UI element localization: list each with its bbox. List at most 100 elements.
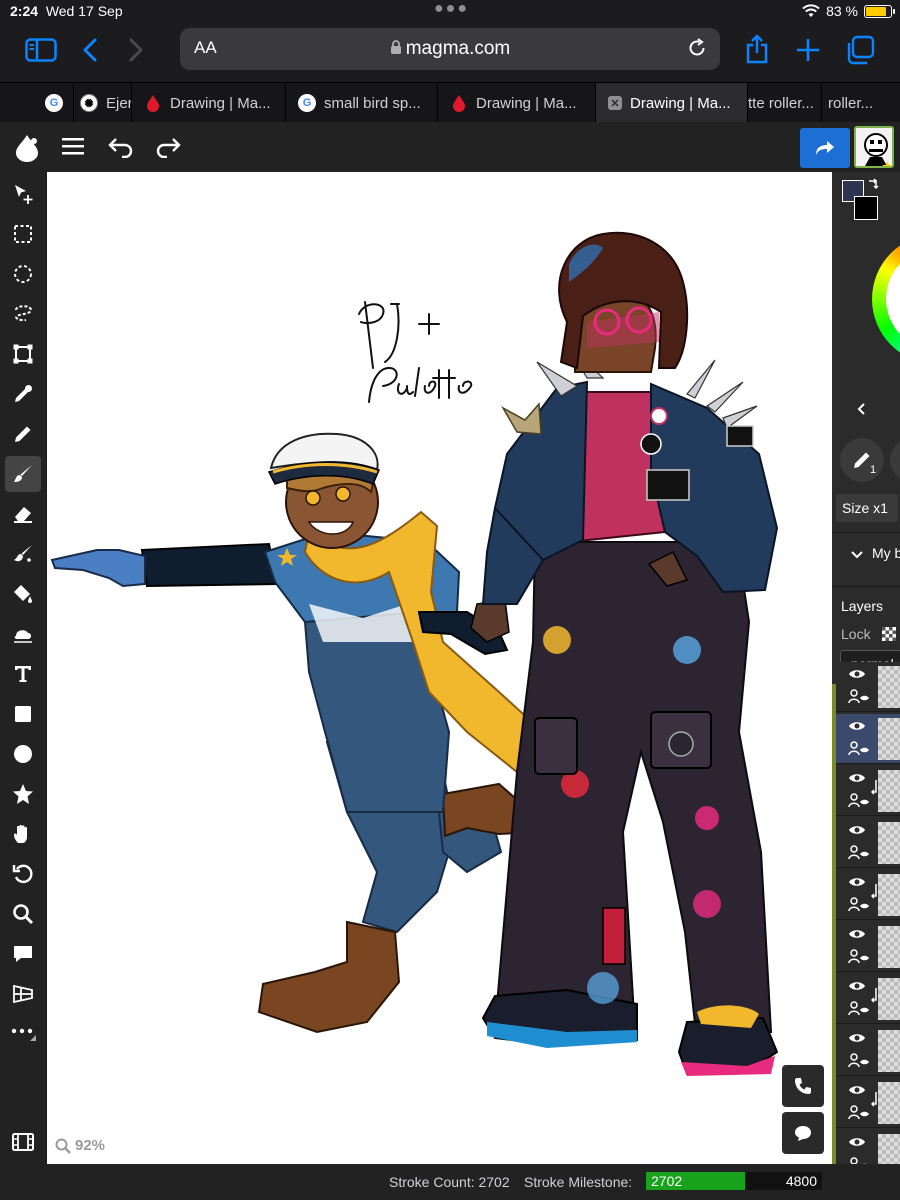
reload-icon[interactable] <box>686 37 708 59</box>
call-button[interactable] <box>782 1065 824 1107</box>
paint-bucket-icon[interactable] <box>5 576 41 612</box>
ellipse-select-icon[interactable] <box>5 256 41 292</box>
user-avatar[interactable] <box>854 126 894 168</box>
share-button[interactable] <box>800 128 850 168</box>
text-icon[interactable] <box>5 656 41 692</box>
layer-settings-icon[interactable] <box>848 948 870 964</box>
forward-icon[interactable] <box>124 36 148 64</box>
layer-row[interactable] <box>836 1078 900 1128</box>
brush-icon[interactable] <box>5 456 41 492</box>
brush-preset-button[interactable]: 1 <box>840 438 884 482</box>
color-wheel[interactable] <box>872 234 900 364</box>
visibility-eye-icon[interactable] <box>848 1084 866 1096</box>
visibility-eye-icon[interactable] <box>848 980 866 992</box>
tab-overview-icon[interactable] <box>844 34 876 66</box>
layer-settings-icon[interactable] <box>848 1104 870 1120</box>
redo-icon[interactable] <box>155 136 181 163</box>
tab-google[interactable]: G <box>0 83 74 123</box>
layer-settings-icon[interactable] <box>848 688 870 704</box>
tab-palette-roller-2[interactable]: roller... <box>822 83 900 123</box>
chat-button[interactable] <box>782 1112 824 1154</box>
magma-logo-icon[interactable] <box>14 133 40 168</box>
layer-settings-icon[interactable] <box>848 1052 870 1068</box>
close-icon[interactable]: ✕ <box>608 96 622 110</box>
tab-drawing-1[interactable]: Drawing | Ma... <box>132 83 286 123</box>
character-sailor <box>50 432 545 1034</box>
lasso-icon[interactable] <box>5 296 41 332</box>
layer-thumbnail <box>878 874 900 916</box>
sidebar-icon[interactable] <box>24 36 58 64</box>
tab-small-bird[interactable]: G small bird sp... <box>286 83 438 123</box>
smudge-icon[interactable] <box>5 536 41 572</box>
phone-icon <box>795 1078 811 1094</box>
layer-settings-icon[interactable] <box>848 1000 870 1016</box>
multitasking-dots-icon[interactable]: ●●● <box>434 0 469 18</box>
tab-drawing-active[interactable]: ✕ Drawing | Ma... <box>596 83 748 123</box>
visibility-eye-icon[interactable] <box>848 824 866 836</box>
rectangle-icon[interactable] <box>5 696 41 732</box>
star-icon[interactable] <box>5 776 41 812</box>
url-text[interactable]: magma.com <box>180 38 720 60</box>
zoom-indicator[interactable]: 92% <box>55 1137 105 1154</box>
visibility-eye-icon[interactable] <box>848 668 866 680</box>
visibility-eye-icon[interactable] <box>848 928 866 940</box>
right-panel: 1 Size x1 My b Layers Lock normal <box>832 172 900 1164</box>
perspective-icon[interactable] <box>5 976 41 1012</box>
more-icon[interactable] <box>5 1016 41 1052</box>
expand-chevron-icon[interactable] <box>850 547 864 565</box>
layer-thumbnail <box>878 666 900 708</box>
swap-colors-icon[interactable] <box>866 178 880 197</box>
layer-row[interactable] <box>836 766 900 816</box>
circle-icon[interactable] <box>5 736 41 772</box>
pencil-icon[interactable] <box>5 416 41 452</box>
tab-drawing-2[interactable]: Drawing | Ma... <box>438 83 596 123</box>
filmstrip-icon[interactable] <box>5 1124 41 1160</box>
move-tool-icon[interactable] <box>5 176 41 212</box>
lock-transparency-icon[interactable] <box>882 627 896 641</box>
collapse-chevron-icon[interactable] <box>856 402 866 421</box>
layer-row[interactable] <box>836 1130 900 1164</box>
address-bar[interactable]: AA magma.com <box>180 28 720 70</box>
visibility-eye-icon[interactable] <box>848 876 866 888</box>
layer-thumbnail <box>878 926 900 968</box>
visibility-eye-icon[interactable] <box>848 720 866 732</box>
layer-row[interactable] <box>836 870 900 920</box>
wifi-icon <box>802 4 820 17</box>
share-icon[interactable] <box>742 32 772 66</box>
brush-group-label[interactable]: My b <box>872 545 900 561</box>
layer-row[interactable] <box>836 662 900 712</box>
secondary-color-swatch[interactable] <box>854 196 878 220</box>
back-icon[interactable] <box>78 36 102 64</box>
layer-row[interactable] <box>836 714 900 764</box>
zoom-icon[interactable] <box>5 896 41 932</box>
drawing-canvas[interactable]: 92% <box>47 172 832 1164</box>
layer-row[interactable] <box>836 818 900 868</box>
rotate-icon[interactable] <box>5 856 41 892</box>
size-control[interactable]: Size x1 <box>836 494 898 522</box>
layer-settings-icon[interactable] <box>848 844 870 860</box>
layer-settings-icon[interactable] <box>848 1156 870 1164</box>
brush-preset-button-2[interactable] <box>890 438 900 482</box>
layer-settings-icon[interactable] <box>848 740 870 756</box>
visibility-eye-icon[interactable] <box>848 1136 866 1148</box>
eyedropper-icon[interactable] <box>5 376 41 412</box>
layer-row[interactable] <box>836 1026 900 1076</box>
layer-thumbnail <box>878 822 900 864</box>
comment-icon[interactable] <box>5 936 41 972</box>
blur-icon[interactable] <box>5 616 41 652</box>
visibility-eye-icon[interactable] <box>848 772 866 784</box>
tab-ejer[interactable]: ✺ Ejer <box>74 83 132 123</box>
transform-icon[interactable] <box>5 336 41 372</box>
rect-select-icon[interactable] <box>5 216 41 252</box>
tab-palette-roller-1[interactable]: tte roller... <box>748 83 822 123</box>
new-tab-icon[interactable] <box>794 36 822 64</box>
layer-row[interactable] <box>836 974 900 1024</box>
layer-settings-icon[interactable] <box>848 792 870 808</box>
eraser-icon[interactable] <box>5 496 41 532</box>
menu-icon[interactable] <box>62 136 84 161</box>
layer-row[interactable] <box>836 922 900 972</box>
visibility-eye-icon[interactable] <box>848 1032 866 1044</box>
layer-settings-icon[interactable] <box>848 896 870 912</box>
undo-icon[interactable] <box>108 136 134 163</box>
hand-icon[interactable] <box>5 816 41 852</box>
